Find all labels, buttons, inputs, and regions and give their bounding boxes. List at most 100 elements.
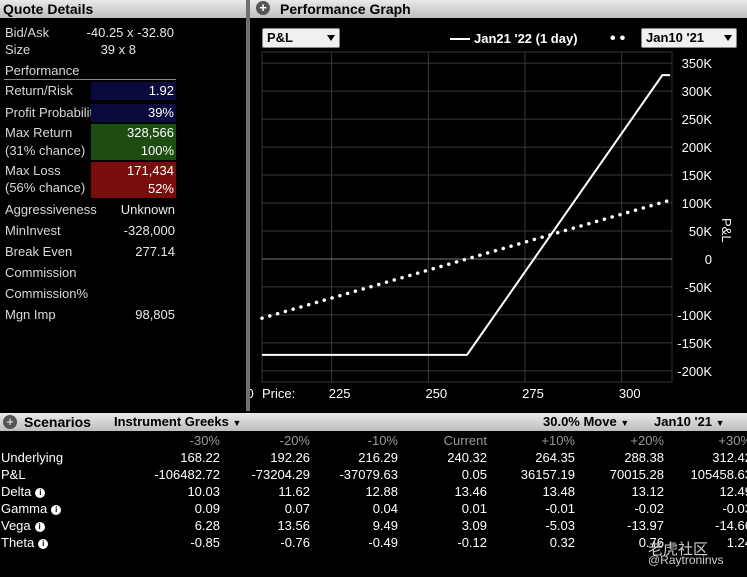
move-dropdown-value: 30.0% Move [543, 414, 617, 429]
scenarios-header: + Scenarios Instrument Greeks ▼ 30.0% Mo… [0, 413, 747, 431]
scenario-row-label-text: Delta [1, 484, 32, 499]
scenario-column-header: +10% [541, 433, 575, 448]
break-even-row: Break Even 277.14 [4, 243, 176, 261]
chevron-down-icon: ▼ [232, 418, 242, 428]
scenario-cell: -13.97 [627, 518, 664, 533]
size-value: 39 x 8 [100, 42, 136, 57]
y-axis-ticks: 350K 300K 250K 200K 150K 100K 50K 0 -50K -100K -15… [677, 56, 712, 379]
view-dropdown[interactable]: Instrument Greeks ▼ [114, 413, 241, 432]
scenario-column-header: -30% [189, 433, 220, 448]
info-icon[interactable]: i [51, 505, 62, 515]
x-tick-label: 250 [425, 386, 447, 401]
info-icon[interactable]: i [35, 488, 46, 498]
scenario-cell: 105458.63 [690, 467, 747, 482]
scenario-cell: 13.12 [631, 484, 664, 499]
scenario-cell: -14.66 [715, 518, 747, 533]
scenario-cell: 13.46 [454, 484, 487, 499]
scenario-row-label-text: Theta [1, 535, 35, 550]
bid-ask-row: Bid/Ask -40.25 x -32.80 [4, 24, 176, 42]
y-axis-label: P&L [719, 218, 734, 243]
scenario-cell: -0.49 [368, 535, 398, 550]
mgn-imp-row: Mgn Imp 98,805 [4, 306, 176, 324]
scenario-cell: 0.01 [461, 501, 487, 516]
scenario-cell: 0.07 [284, 501, 310, 516]
scenario-cell: -5.03 [545, 518, 575, 533]
scenario-cell: 264.35 [535, 450, 575, 465]
x-tick-label: 200 [250, 386, 254, 401]
scenario-cell: 240.32 [447, 450, 487, 465]
scenario-cell: -106482.72 [154, 467, 220, 482]
break-even-value: 277.14 [135, 244, 175, 259]
x-tick-label: 225 [329, 386, 351, 401]
scenario-cell: 12.88 [365, 484, 398, 499]
scenario-cell: 3.09 [461, 518, 487, 533]
scenario-column-header: Current [443, 433, 487, 448]
return-risk-label: Return/Risk [5, 83, 73, 98]
scenario-row-label: Underlying [1, 449, 63, 466]
profit-probability-value: 39% [91, 104, 176, 122]
scenario-cell: 6.28 [194, 518, 220, 533]
scenario-cell: 9.49 [372, 518, 398, 533]
scenario-cell: 12.49 [719, 484, 747, 499]
scenario-row-label-text: Underlying [1, 450, 64, 465]
mininvest-value: -328,000 [123, 223, 175, 238]
mininvest-label: MinInvest [5, 223, 61, 238]
scenario-date-dropdown-value: Jan10 '21 [654, 414, 713, 429]
scenario-cell: 36157.19 [520, 467, 575, 482]
scenario-row-label-text: Gamma [1, 501, 48, 516]
info-icon[interactable]: i [38, 539, 49, 549]
scenario-row-label: Delta i [1, 483, 46, 500]
scenario-cell: 0.04 [372, 501, 398, 516]
bid-ask-label: Bid/Ask [5, 25, 50, 40]
scenario-cell: 13.48 [542, 484, 575, 499]
scenario-row-label: Theta i [1, 534, 49, 551]
scenario-cell: 168.22 [180, 450, 220, 465]
performance-graph-panel: + Performance Graph P&L Jan21 '22 (1 day… [250, 0, 747, 411]
max-return-value: 328,566 [127, 125, 174, 140]
scenario-column-header: +20% [630, 433, 664, 448]
scenarios-title: Scenarios [24, 414, 91, 430]
scenario-cell: 312.42 [712, 450, 747, 465]
scenario-cell: 70015.28 [609, 467, 664, 482]
max-return-chance: (31% chance) [5, 143, 86, 158]
profit-probability-label: Profit Probability [5, 105, 100, 120]
max-return-pct: 100% [140, 143, 174, 158]
price-label: Price: [262, 386, 295, 401]
bid-ask-value: -40.25 x -32.80 [86, 25, 174, 40]
info-icon[interactable]: i [34, 522, 45, 532]
scenario-cell: 0.09 [194, 501, 220, 516]
performance-label: Performance [5, 63, 80, 78]
scenario-row-label: P&L [1, 466, 26, 483]
size-label: Size [5, 42, 31, 57]
scenarios-table: -30% -20% -10% Current +10% +20% +30% Underlyin… [0, 431, 747, 577]
view-dropdown-value: Instrument Greeks [114, 414, 229, 429]
add-plus-icon[interactable]: + [3, 415, 17, 429]
scenario-row-label: Gamma i [1, 500, 62, 517]
size-row: Size 39 x 8 [4, 41, 176, 59]
scenario-cell: -0.02 [634, 501, 664, 516]
y-tick-label: 250K [682, 112, 713, 127]
quote-details-title: Quote Details [0, 0, 246, 18]
performance-chart[interactable]: 350K 300K 250K 200K 150K 100K 50K 0 -50K -100K -15… [250, 0, 747, 411]
y-tick-label: 300K [682, 84, 713, 99]
scenario-cell: -0.76 [280, 535, 310, 550]
scenario-cell: 0.32 [549, 535, 575, 550]
y-tick-label: 100K [682, 196, 713, 211]
max-loss-pct: 52% [147, 181, 174, 196]
move-dropdown[interactable]: 30.0% Move ▼ [543, 413, 629, 432]
y-tick-label: 150K [682, 168, 713, 183]
scenarios-panel: + Scenarios Instrument Greeks ▼ 30.0% Mo… [0, 413, 747, 577]
y-tick-label: -100K [677, 308, 712, 323]
max-loss-value: 171,434 [127, 163, 174, 178]
scenario-cell: -0.85 [190, 535, 220, 550]
x-tick-label: 300 [619, 386, 641, 401]
aggressiveness-row: Aggressiveness Unknown [4, 201, 176, 219]
scenario-cell: 13.56 [277, 518, 310, 533]
scenario-cell: -73204.29 [251, 467, 310, 482]
aggressiveness-label: Aggressiveness [5, 202, 97, 217]
scenario-date-dropdown[interactable]: Jan10 '21 ▼ [654, 413, 725, 432]
watermark-handle: @Raytroninvs [648, 553, 724, 567]
commission-row: Commission [4, 264, 176, 282]
max-return-label: Max Return [5, 125, 73, 140]
return-risk-value: 1.92 [91, 82, 176, 100]
